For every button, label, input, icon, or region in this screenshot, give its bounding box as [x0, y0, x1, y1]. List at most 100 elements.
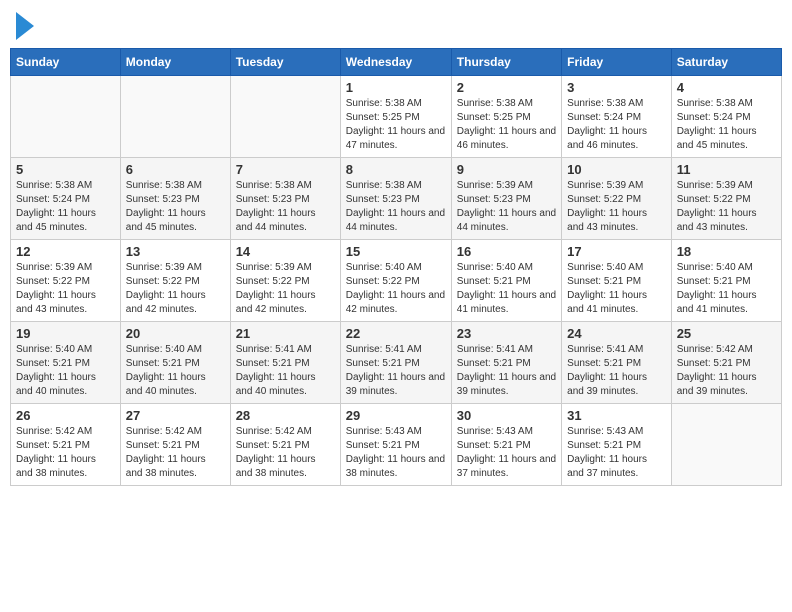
calendar-cell: 13 Sunrise: 5:39 AM Sunset: 5:22 PM Dayli… [120, 240, 230, 322]
page-header [10, 10, 782, 40]
calendar-cell: 2 Sunrise: 5:38 AM Sunset: 5:25 PM Daylig… [451, 76, 561, 158]
calendar-table: SundayMondayTuesdayWednesdayThursdayFrid… [10, 48, 782, 486]
day-info: Sunrise: 5:39 AM Sunset: 5:23 PM Dayligh… [457, 179, 556, 235]
day-number: 26 [16, 408, 115, 423]
calendar-cell: 5 Sunrise: 5:38 AM Sunset: 5:24 PM Daylig… [11, 158, 121, 240]
calendar-cell: 11Sunrise: 5:39 AM Sunset: 5:22 PM Dayli… [671, 158, 781, 240]
calendar-cell: 4 Sunrise: 5:38 AM Sunset: 5:24 PM Daylig… [671, 76, 781, 158]
day-info: Sunrise: 5:41 AM Sunset: 5:21 PM Dayligh… [236, 343, 335, 399]
calendar-cell: 16 Sunrise: 5:40 AM Sunset: 5:21 PM Dayli… [451, 240, 561, 322]
day-info: Sunrise: 5:39 AM Sunset: 5:22 PM Dayligh… [126, 261, 225, 317]
day-number: 10 [567, 162, 666, 177]
day-number: 13 [126, 244, 225, 259]
calendar-cell [671, 404, 781, 486]
day-number: 6 [126, 162, 225, 177]
col-header-friday: Friday [562, 49, 672, 76]
day-number: 8 [346, 162, 446, 177]
day-info: Sunrise: 5:38 AM Sunset: 5:24 PM Dayligh… [677, 97, 776, 153]
calendar-cell: 28Sunrise: 5:42 AM Sunset: 5:21 PM Dayli… [230, 404, 340, 486]
day-number: 14 [236, 244, 335, 259]
calendar-cell: 10Sunrise: 5:39 AM Sunset: 5:22 PM Dayli… [562, 158, 672, 240]
calendar-cell: 21 Sunrise: 5:41 AM Sunset: 5:21 PM Dayli… [230, 322, 340, 404]
day-info: Sunrise: 5:40 AM Sunset: 5:22 PM Dayligh… [346, 261, 446, 317]
calendar-cell [11, 76, 121, 158]
day-number: 1 [346, 80, 446, 95]
day-info: Sunrise: 5:38 AM Sunset: 5:23 PM Dayligh… [236, 179, 335, 235]
day-info: Sunrise: 5:40 AM Sunset: 5:21 PM Dayligh… [457, 261, 556, 317]
day-info: Sunrise: 5:39 AM Sunset: 5:22 PM Dayligh… [236, 261, 335, 317]
day-info: Sunrise: 5:41 AM Sunset: 5:21 PM Dayligh… [457, 343, 556, 399]
day-number: 28 [236, 408, 335, 423]
day-info: Sunrise: 5:43 AM Sunset: 5:21 PM Dayligh… [457, 425, 556, 481]
day-info: Sunrise: 5:41 AM Sunset: 5:21 PM Dayligh… [346, 343, 446, 399]
day-info: Sunrise: 5:41 AM Sunset: 5:21 PM Dayligh… [567, 343, 666, 399]
calendar-cell [230, 76, 340, 158]
day-number: 22 [346, 326, 446, 341]
calendar-cell: 30Sunrise: 5:43 AM Sunset: 5:21 PM Dayli… [451, 404, 561, 486]
calendar-cell [120, 76, 230, 158]
calendar-week-row: 1 Sunrise: 5:38 AM Sunset: 5:25 PM Daylig… [11, 76, 782, 158]
calendar-cell: 18 Sunrise: 5:40 AM Sunset: 5:21 PM Dayli… [671, 240, 781, 322]
day-info: Sunrise: 5:42 AM Sunset: 5:21 PM Dayligh… [16, 425, 115, 481]
col-header-saturday: Saturday [671, 49, 781, 76]
day-info: Sunrise: 5:43 AM Sunset: 5:21 PM Dayligh… [346, 425, 446, 481]
calendar-week-row: 26 Sunrise: 5:42 AM Sunset: 5:21 PM Dayli… [11, 404, 782, 486]
day-info: Sunrise: 5:39 AM Sunset: 5:22 PM Dayligh… [677, 179, 776, 235]
calendar-cell: 19 Sunrise: 5:40 AM Sunset: 5:21 PM Dayli… [11, 322, 121, 404]
day-info: Sunrise: 5:42 AM Sunset: 5:21 PM Dayligh… [677, 343, 776, 399]
calendar-cell: 29 Sunrise: 5:43 AM Sunset: 5:21 PM Dayli… [340, 404, 451, 486]
calendar-cell: 20 Sunrise: 5:40 AM Sunset: 5:21 PM Dayli… [120, 322, 230, 404]
day-info: Sunrise: 5:38 AM Sunset: 5:23 PM Dayligh… [126, 179, 225, 235]
day-info: Sunrise: 5:39 AM Sunset: 5:22 PM Dayligh… [16, 261, 115, 317]
day-info: Sunrise: 5:40 AM Sunset: 5:21 PM Dayligh… [126, 343, 225, 399]
day-number: 21 [236, 326, 335, 341]
col-header-wednesday: Wednesday [340, 49, 451, 76]
calendar-cell: 1 Sunrise: 5:38 AM Sunset: 5:25 PM Daylig… [340, 76, 451, 158]
day-number: 20 [126, 326, 225, 341]
day-info: Sunrise: 5:40 AM Sunset: 5:21 PM Dayligh… [16, 343, 115, 399]
calendar-cell: 25 Sunrise: 5:42 AM Sunset: 5:21 PM Dayli… [671, 322, 781, 404]
calendar-cell: 22 Sunrise: 5:41 AM Sunset: 5:21 PM Dayli… [340, 322, 451, 404]
day-number: 12 [16, 244, 115, 259]
day-info: Sunrise: 5:43 AM Sunset: 5:21 PM Dayligh… [567, 425, 666, 481]
day-number: 16 [457, 244, 556, 259]
day-info: Sunrise: 5:38 AM Sunset: 5:24 PM Dayligh… [16, 179, 115, 235]
col-header-sunday: Sunday [11, 49, 121, 76]
day-info: Sunrise: 5:38 AM Sunset: 5:24 PM Dayligh… [567, 97, 666, 153]
calendar-cell: 6 Sunrise: 5:38 AM Sunset: 5:23 PM Daylig… [120, 158, 230, 240]
calendar-cell: 17Sunrise: 5:40 AM Sunset: 5:21 PM Dayli… [562, 240, 672, 322]
day-number: 29 [346, 408, 446, 423]
calendar-cell: 7 Sunrise: 5:38 AM Sunset: 5:23 PM Daylig… [230, 158, 340, 240]
day-info: Sunrise: 5:38 AM Sunset: 5:25 PM Dayligh… [346, 97, 446, 153]
day-number: 17 [567, 244, 666, 259]
day-number: 2 [457, 80, 556, 95]
day-number: 15 [346, 244, 446, 259]
col-header-monday: Monday [120, 49, 230, 76]
day-number: 4 [677, 80, 776, 95]
calendar-cell: 8 Sunrise: 5:38 AM Sunset: 5:23 PM Daylig… [340, 158, 451, 240]
day-number: 27 [126, 408, 225, 423]
day-number: 5 [16, 162, 115, 177]
calendar-cell: 12 Sunrise: 5:39 AM Sunset: 5:22 PM Dayli… [11, 240, 121, 322]
day-number: 25 [677, 326, 776, 341]
day-info: Sunrise: 5:38 AM Sunset: 5:23 PM Dayligh… [346, 179, 446, 235]
day-number: 7 [236, 162, 335, 177]
day-info: Sunrise: 5:38 AM Sunset: 5:25 PM Dayligh… [457, 97, 556, 153]
day-number: 31 [567, 408, 666, 423]
calendar-cell: 27Sunrise: 5:42 AM Sunset: 5:21 PM Dayli… [120, 404, 230, 486]
day-number: 18 [677, 244, 776, 259]
calendar-header-row: SundayMondayTuesdayWednesdayThursdayFrid… [11, 49, 782, 76]
col-header-thursday: Thursday [451, 49, 561, 76]
calendar-cell: 9Sunrise: 5:39 AM Sunset: 5:23 PM Daylig… [451, 158, 561, 240]
logo [14, 10, 34, 40]
calendar-week-row: 5 Sunrise: 5:38 AM Sunset: 5:24 PM Daylig… [11, 158, 782, 240]
calendar-cell: 14 Sunrise: 5:39 AM Sunset: 5:22 PM Dayli… [230, 240, 340, 322]
calendar-cell: 31 Sunrise: 5:43 AM Sunset: 5:21 PM Dayli… [562, 404, 672, 486]
day-number: 19 [16, 326, 115, 341]
calendar-cell: 26 Sunrise: 5:42 AM Sunset: 5:21 PM Dayli… [11, 404, 121, 486]
day-number: 23 [457, 326, 556, 341]
calendar-cell: 15 Sunrise: 5:40 AM Sunset: 5:22 PM Dayli… [340, 240, 451, 322]
day-number: 24 [567, 326, 666, 341]
logo-arrow-icon [16, 12, 34, 40]
day-info: Sunrise: 5:40 AM Sunset: 5:21 PM Dayligh… [677, 261, 776, 317]
